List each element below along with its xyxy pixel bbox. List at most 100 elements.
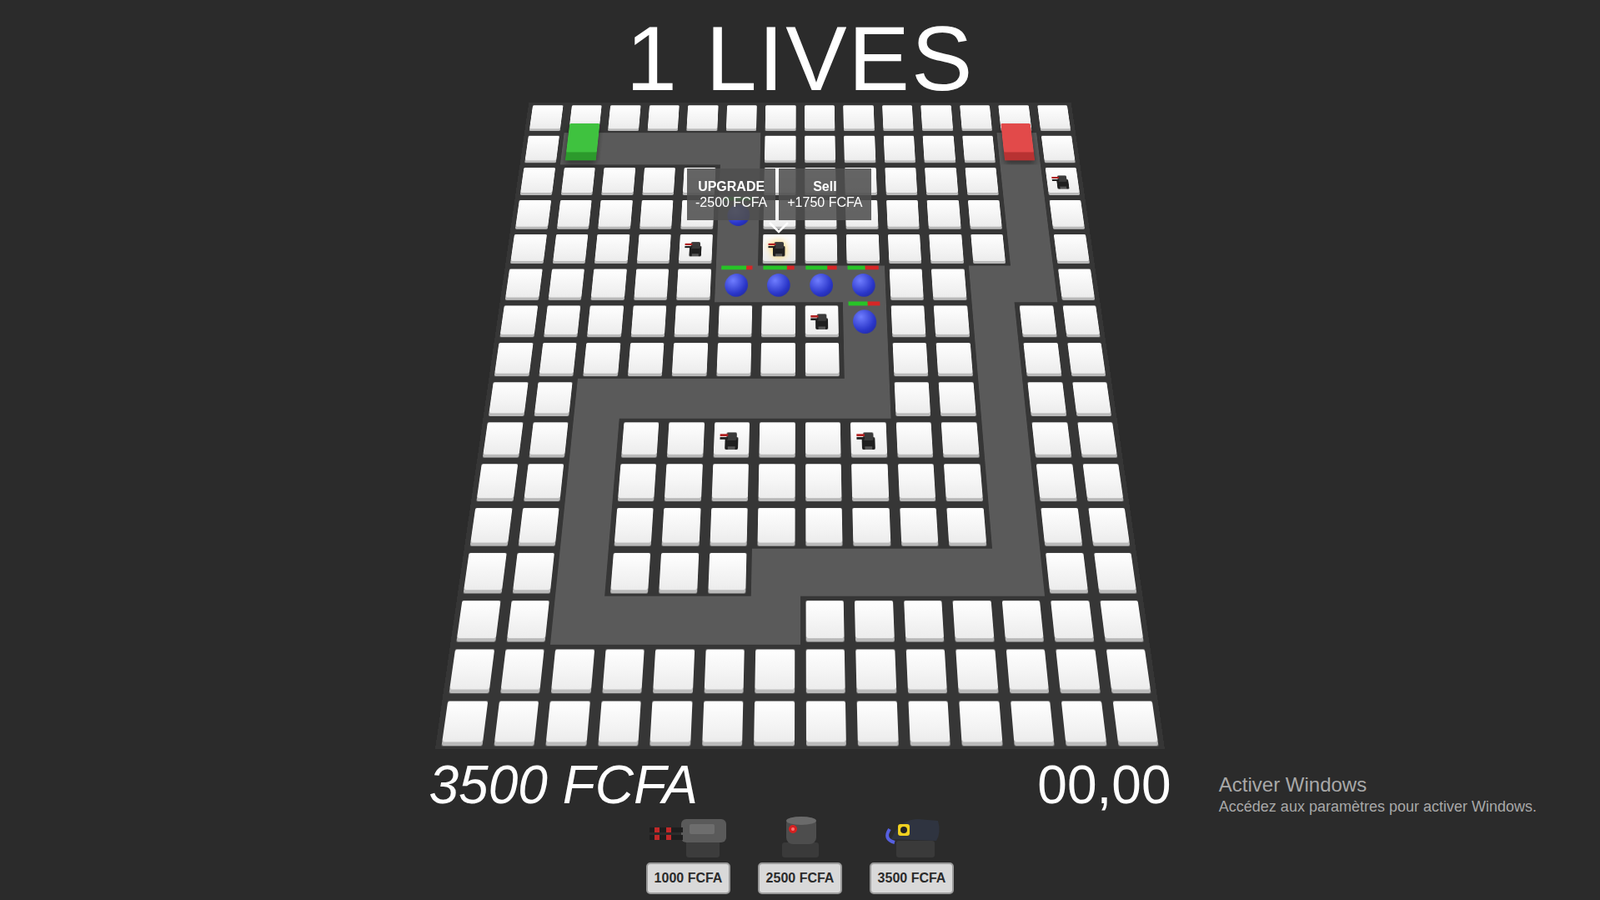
board-tile[interactable] bbox=[542, 265, 590, 301]
board-tile[interactable] bbox=[952, 695, 1009, 749]
board-tile[interactable] bbox=[669, 301, 715, 340]
board-tile[interactable] bbox=[882, 230, 927, 266]
board-tile[interactable] bbox=[756, 301, 800, 340]
board-tile[interactable] bbox=[752, 459, 800, 503]
board-tile[interactable] bbox=[1099, 644, 1158, 696]
board-tile[interactable] bbox=[577, 338, 626, 378]
board-tile[interactable] bbox=[949, 644, 1004, 696]
board-tile[interactable] bbox=[511, 502, 565, 548]
board-tile[interactable] bbox=[510, 196, 557, 231]
board-tile[interactable] bbox=[1049, 644, 1107, 696]
shop-item[interactable]: 3500 FCFA bbox=[862, 813, 962, 894]
board-tile[interactable] bbox=[902, 695, 957, 749]
board-tile[interactable] bbox=[755, 338, 800, 378]
board-tile[interactable] bbox=[435, 695, 494, 749]
board-tile[interactable] bbox=[838, 102, 879, 134]
board-tile[interactable] bbox=[658, 459, 708, 503]
price-button[interactable]: 3500 FCFA bbox=[869, 862, 955, 894]
board-tile[interactable] bbox=[937, 459, 989, 503]
board-tile[interactable] bbox=[839, 132, 881, 165]
price-button[interactable]: 1000 FCFA bbox=[646, 862, 732, 894]
board-tile[interactable] bbox=[846, 459, 894, 503]
board-tile[interactable] bbox=[607, 502, 659, 548]
board-tile[interactable] bbox=[1035, 502, 1089, 548]
board-tile[interactable] bbox=[957, 132, 1000, 165]
board-tile[interactable] bbox=[628, 265, 674, 301]
board-tile[interactable] bbox=[1093, 595, 1150, 645]
board-tile[interactable] bbox=[800, 459, 848, 503]
board-tile[interactable] bbox=[999, 644, 1055, 696]
board-tile[interactable] bbox=[494, 301, 543, 340]
board-tile[interactable] bbox=[800, 695, 853, 749]
board-tile[interactable] bbox=[702, 548, 753, 596]
board-tile[interactable] bbox=[652, 548, 704, 596]
board-tile[interactable] bbox=[703, 502, 753, 548]
board-tile[interactable] bbox=[524, 102, 568, 134]
board-tile[interactable] bbox=[515, 164, 561, 197]
tower[interactable] bbox=[855, 425, 882, 452]
board-tile[interactable] bbox=[450, 595, 507, 645]
board-tile[interactable] bbox=[546, 230, 593, 266]
board-tile[interactable] bbox=[885, 301, 931, 340]
tower[interactable] bbox=[718, 425, 745, 452]
board-tile[interactable] bbox=[965, 230, 1011, 266]
board-tile[interactable] bbox=[621, 338, 669, 378]
board-tile[interactable] bbox=[897, 595, 950, 645]
board-tile[interactable] bbox=[592, 196, 637, 231]
board-tile[interactable] bbox=[1066, 377, 1117, 418]
price-button[interactable]: 2500 FCFA bbox=[757, 862, 843, 894]
board-tile[interactable] bbox=[841, 230, 884, 266]
board-tile[interactable] bbox=[476, 417, 529, 460]
board-tile[interactable] bbox=[760, 132, 801, 165]
board-tile[interactable] bbox=[800, 417, 847, 460]
board-tile[interactable] bbox=[1032, 102, 1076, 134]
board-tile[interactable] bbox=[643, 695, 698, 749]
board-tile[interactable] bbox=[611, 459, 663, 503]
board-tile[interactable] bbox=[682, 102, 723, 134]
board-tile[interactable] bbox=[500, 265, 548, 301]
board-tile[interactable] bbox=[1057, 301, 1106, 340]
board-tile[interactable] bbox=[800, 230, 843, 266]
board-tile[interactable] bbox=[1003, 695, 1061, 749]
tower[interactable] bbox=[683, 236, 708, 260]
board-tile[interactable] bbox=[930, 338, 978, 378]
board-tile[interactable] bbox=[1030, 459, 1083, 503]
board-tile[interactable] bbox=[917, 132, 960, 165]
tower[interactable] bbox=[809, 308, 834, 333]
board-tile[interactable] bbox=[757, 230, 801, 266]
board-tile[interactable] bbox=[890, 417, 938, 460]
board-tile[interactable] bbox=[1036, 132, 1081, 165]
board-tile[interactable] bbox=[711, 338, 757, 378]
board-tile[interactable] bbox=[1061, 338, 1111, 378]
board-tile[interactable] bbox=[1022, 377, 1072, 418]
board-tile[interactable] bbox=[995, 595, 1050, 645]
board-tile[interactable] bbox=[1026, 417, 1078, 460]
board-tile[interactable] bbox=[849, 644, 902, 696]
board-tile[interactable] bbox=[877, 102, 918, 134]
board-tile[interactable] bbox=[1048, 230, 1095, 266]
board-tile[interactable] bbox=[748, 644, 800, 696]
board-tile[interactable] bbox=[800, 644, 852, 696]
board-tile[interactable] bbox=[488, 338, 538, 378]
board-tile[interactable] bbox=[636, 164, 680, 197]
board-tile[interactable] bbox=[941, 502, 993, 548]
board-tile[interactable] bbox=[538, 301, 587, 340]
board-tile[interactable] bbox=[963, 196, 1008, 231]
board-tile[interactable] bbox=[800, 301, 844, 340]
board-tile[interactable] bbox=[551, 196, 597, 231]
board-tile[interactable] bbox=[706, 459, 754, 503]
board-tile[interactable] bbox=[1054, 695, 1113, 749]
board-tile[interactable] bbox=[631, 230, 676, 266]
board-tile[interactable] bbox=[760, 102, 800, 134]
board-tile[interactable] bbox=[884, 265, 929, 301]
board-tile[interactable] bbox=[556, 164, 601, 197]
board-tile[interactable] bbox=[615, 417, 664, 460]
board-tile[interactable] bbox=[1082, 502, 1136, 548]
board-tile[interactable] bbox=[1053, 265, 1101, 301]
board-tile[interactable] bbox=[887, 338, 933, 378]
board-tile[interactable] bbox=[926, 265, 972, 301]
board-tile[interactable] bbox=[696, 695, 750, 749]
board-tile[interactable] bbox=[916, 102, 958, 134]
board-tile[interactable] bbox=[1071, 417, 1124, 460]
sell-button[interactable]: Sell+1750 FCFA bbox=[778, 168, 871, 221]
